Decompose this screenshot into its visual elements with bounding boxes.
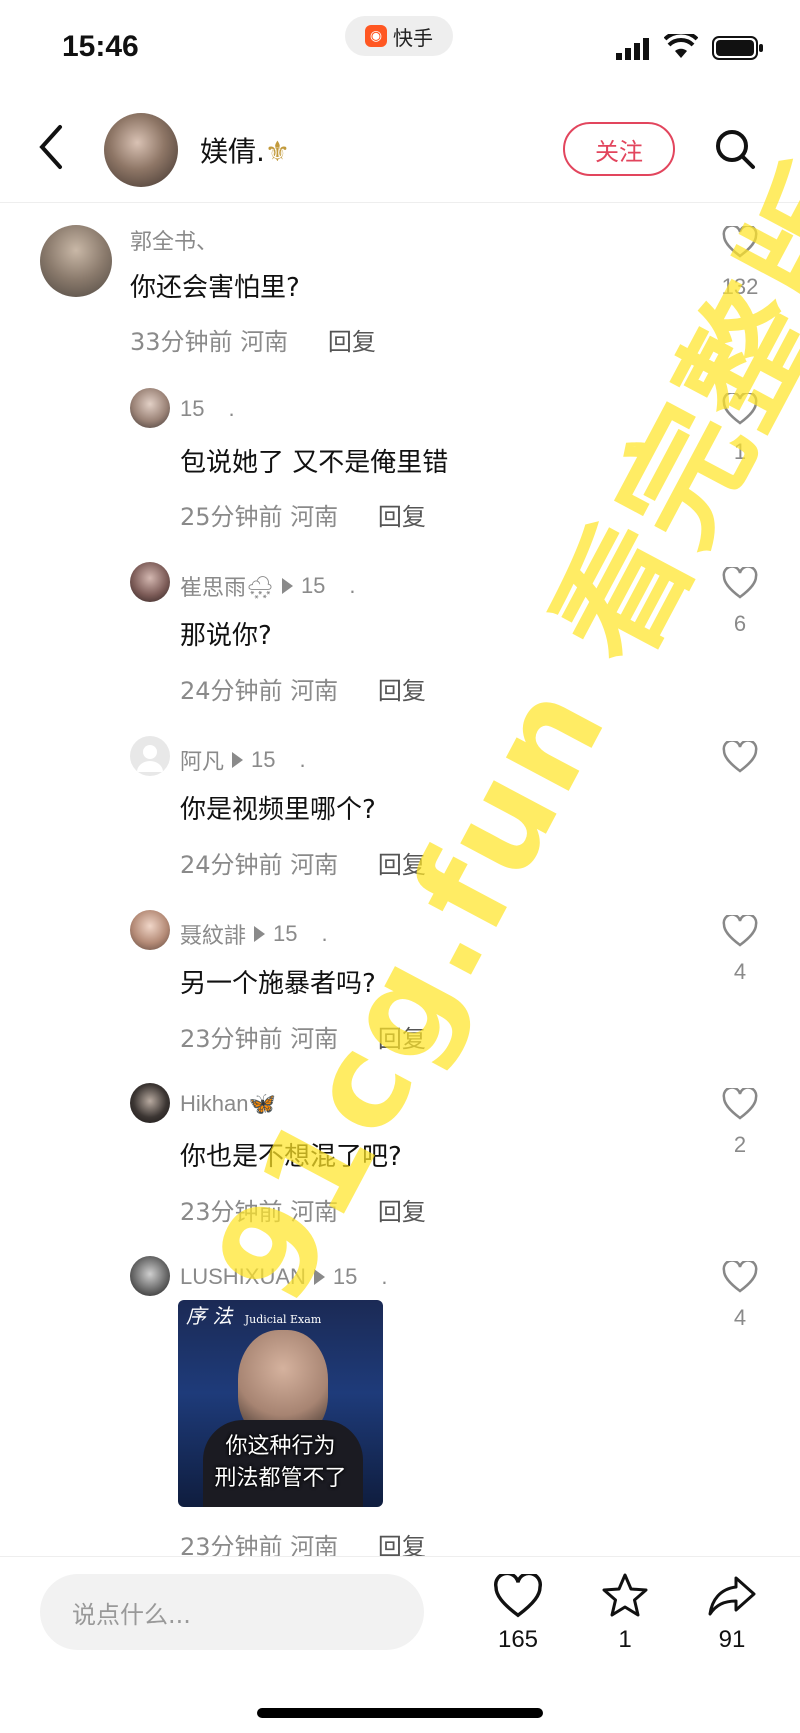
comment-like-count: 4 [733, 959, 747, 984]
commenter-name-text: 15 [180, 396, 205, 421]
default-avatar-icon [137, 745, 163, 772]
comment-text: 那说你? [180, 621, 272, 651]
comment-meta: 33分钟前 河南 回复 [130, 322, 376, 357]
comment-location: 河南 [290, 677, 339, 705]
comment-like-button[interactable] [722, 739, 758, 777]
commenter-name[interactable]: 郭全书、 [130, 224, 218, 256]
reply-arrow-icon [281, 578, 293, 594]
media-caption-line1: 你这种行为 [225, 1434, 336, 1459]
watermark: 91cg.fun 看完整版 [185, 141, 800, 1325]
commenter-avatar[interactable] [40, 225, 112, 297]
heart-icon [722, 1259, 758, 1293]
comment-like-button[interactable] [722, 913, 758, 951]
favorite-button[interactable]: 1 [585, 1572, 665, 1654]
reply-button[interactable]: 回复 [378, 677, 426, 705]
favorite-count: 1 [618, 1626, 632, 1653]
share-button[interactable]: 91 [692, 1574, 772, 1654]
comment-time: 24分钟前 [180, 677, 283, 705]
heart-icon [722, 739, 758, 773]
comment-text: 你还会害怕里? [130, 273, 300, 303]
signal-icon [616, 38, 650, 64]
heart-icon [722, 913, 758, 947]
commenter-avatar[interactable] [130, 388, 170, 428]
author-name[interactable]: 媄倩.⚜ [200, 130, 290, 170]
comment-image[interactable]: 序 法 Judicial Exam 你这种行为 刑法都管不了 [178, 1300, 383, 1507]
commenter-avatar[interactable] [130, 736, 170, 776]
author-avatar[interactable] [104, 113, 178, 187]
header-divider [0, 202, 800, 203]
commenter-name[interactable]: 15 . [180, 396, 235, 422]
commenter-avatar[interactable] [130, 1256, 170, 1296]
home-indicator[interactable] [257, 1708, 543, 1718]
back-button[interactable] [36, 122, 66, 176]
name-suffix: . [299, 747, 306, 772]
comment-like-button[interactable] [722, 1259, 758, 1297]
author-name-emoji: ⚜ [264, 135, 291, 168]
follow-button[interactable]: 关注 [563, 122, 675, 176]
heart-icon [494, 1571, 542, 1618]
commenter-name-text: 郭全书、 [130, 229, 219, 254]
like-count: 165 [497, 1626, 539, 1653]
app-indicator[interactable]: ◉ 快手 [345, 16, 453, 56]
reply-arrow-icon [254, 926, 266, 942]
comment-location: 河南 [290, 851, 339, 879]
comment-time: 33分钟前 [130, 328, 233, 356]
media-caption-line2: 刑法都管不了 [214, 1466, 347, 1491]
comment-like-count: 2 [733, 1132, 747, 1157]
share-count: 91 [718, 1626, 746, 1653]
comment-location: 河南 [290, 503, 339, 531]
comment-input[interactable]: 说点什么... [40, 1574, 424, 1650]
name-suffix: . [349, 573, 356, 598]
bottom-divider [0, 1556, 800, 1557]
commenter-name-text: 阿凡 [180, 749, 225, 774]
share-icon [708, 1576, 756, 1616]
commenter-name-text: 崔思雨🌨 [180, 575, 274, 600]
reply-to-name: 15 [251, 747, 276, 772]
comment-time: 24分钟前 [180, 851, 283, 879]
author-name-text: 媄倩. [200, 135, 265, 168]
media-header-title: 序 法 [186, 1304, 233, 1328]
commenter-name[interactable]: 聂紋誹 15 . [180, 918, 328, 950]
name-suffix: . [228, 396, 235, 421]
reply-to-name: 15 [300, 573, 326, 598]
reply-button[interactable]: 回复 [328, 328, 376, 356]
comment-text: 你是视频里哪个? [180, 795, 376, 825]
commenter-name[interactable]: 崔思雨🌨 15 . [180, 570, 356, 602]
battery-icon [712, 36, 764, 64]
commenter-name-text: 聂紋誹 [180, 923, 247, 948]
comment-location: 河南 [240, 328, 289, 356]
comment-meta: 25分钟前 河南 回复 [180, 497, 426, 532]
comment-like-count: 6 [733, 611, 747, 636]
comment-text: 包说她了 又不是俺里错 [180, 448, 449, 478]
like-button[interactable]: 165 [478, 1571, 558, 1654]
wifi-icon [663, 30, 699, 64]
heart-icon [722, 1086, 758, 1120]
back-arrow-icon [39, 125, 62, 169]
reply-to-name: 15 [273, 921, 298, 946]
star-icon [602, 1573, 648, 1617]
commenter-avatar[interactable] [130, 1083, 170, 1123]
commenter-name[interactable]: 阿凡 15 . [180, 744, 306, 776]
name-suffix: . [381, 1264, 388, 1289]
comment-meta: 24分钟前 河南 回复 [180, 671, 426, 706]
status-time: 15:46 [62, 30, 139, 63]
commenter-avatar[interactable] [130, 562, 170, 602]
comment-like-count: 4 [733, 1305, 747, 1330]
comment-like-button[interactable] [722, 1086, 758, 1124]
kuaishou-logo-icon: ◉ [365, 25, 387, 47]
comment-time: 25分钟前 [180, 503, 283, 531]
commenter-avatar[interactable] [130, 910, 170, 950]
reply-button[interactable]: 回复 [378, 503, 426, 531]
reply-arrow-icon [232, 752, 244, 768]
app-name: 快手 [393, 25, 433, 50]
